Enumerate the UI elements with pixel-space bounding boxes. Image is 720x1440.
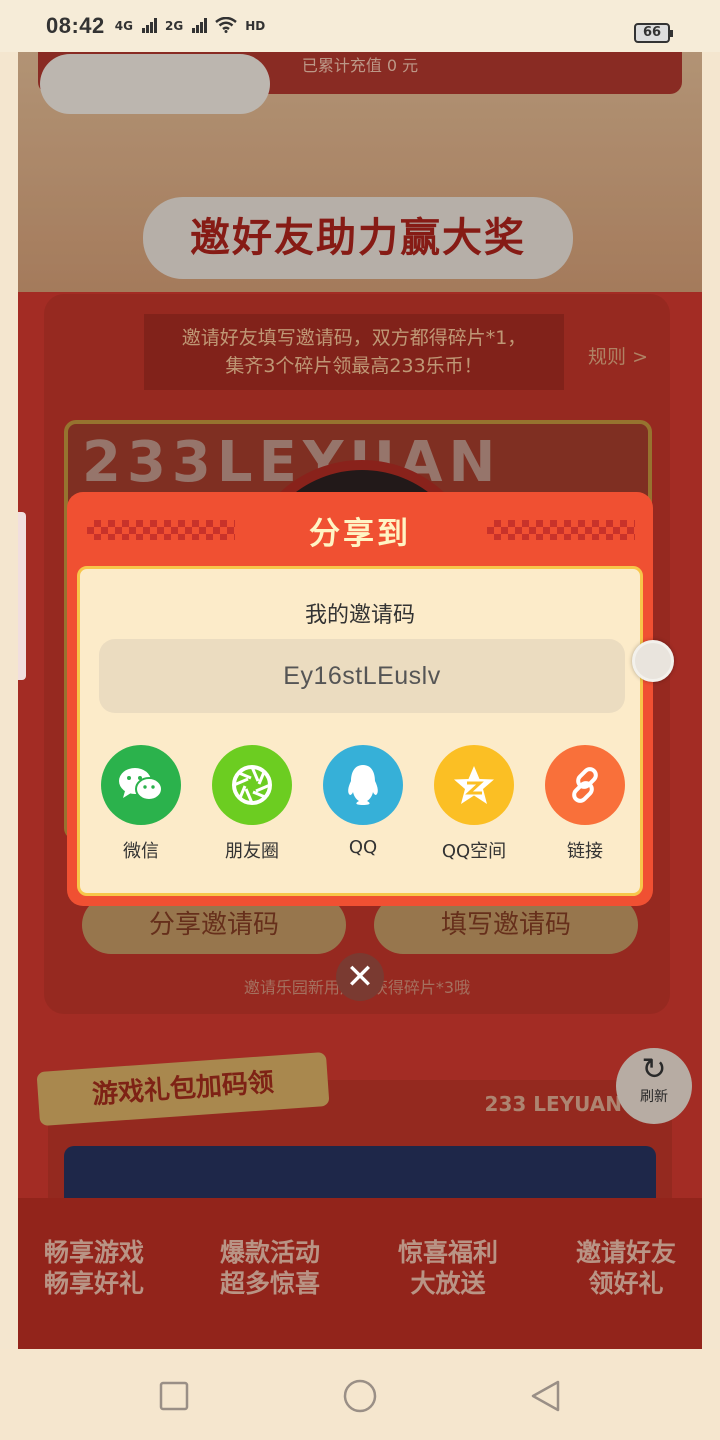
home-button[interactable]	[342, 1379, 378, 1413]
battery-icon: 66	[634, 23, 673, 43]
qq-icon	[323, 745, 403, 825]
close-icon: ✕	[345, 957, 375, 997]
hd-indicator: HD	[245, 19, 266, 33]
wifi-icon	[215, 16, 237, 36]
link-icon	[545, 745, 625, 825]
qzone-icon	[434, 745, 514, 825]
checker-decoration-right	[487, 520, 635, 540]
status-time: 08:42	[46, 13, 105, 38]
floating-assistive-button[interactable]	[632, 640, 674, 682]
share-label: 链接	[567, 841, 603, 862]
recents-icon	[159, 1381, 189, 1411]
signal-icon-2	[191, 17, 208, 36]
share-label: QQ空间	[441, 841, 507, 862]
status-bar: 08:42 4G 2G HD 66	[0, 0, 720, 52]
invite-code-label: 我的邀请码	[304, 603, 415, 628]
share-label: 微信	[123, 841, 159, 862]
status-icons: 4G 2G HD	[114, 16, 266, 36]
share-qq-button[interactable]: QQ	[308, 745, 418, 858]
network-2g-indicator: 2G	[164, 19, 184, 33]
network-4g-indicator: 4G	[114, 19, 133, 33]
recents-button[interactable]	[156, 1379, 192, 1413]
share-qzone-button[interactable]: QQ空间	[419, 745, 529, 863]
share-label: QQ	[348, 837, 378, 858]
home-icon	[343, 1379, 377, 1413]
invite-code-field[interactable]: Ey16stLEuslv	[99, 639, 625, 713]
modal-content: 我的邀请码 Ey16stLEuslv 微信 朋友圈 QQ QQ空间 链接	[77, 566, 643, 896]
back-button[interactable]	[528, 1379, 564, 1413]
share-wechat-button[interactable]: 微信	[86, 745, 196, 863]
side-edge-handle[interactable]	[18, 512, 26, 680]
share-moments-button[interactable]: 朋友圈	[197, 745, 307, 863]
back-icon	[531, 1380, 560, 1412]
share-link-button[interactable]: 链接	[530, 745, 640, 863]
moments-icon	[212, 745, 292, 825]
close-modal-button[interactable]: ✕	[336, 953, 384, 1001]
share-targets: 微信 朋友圈 QQ QQ空间 链接	[80, 745, 640, 865]
share-label: 朋友圈	[225, 841, 279, 862]
wechat-icon	[101, 745, 181, 825]
system-navigation-bar	[0, 1349, 720, 1440]
share-modal: 分享到 我的邀请码 Ey16stLEuslv 微信 朋友圈 QQ QQ空间 链接	[67, 492, 653, 906]
signal-icon	[141, 17, 157, 36]
